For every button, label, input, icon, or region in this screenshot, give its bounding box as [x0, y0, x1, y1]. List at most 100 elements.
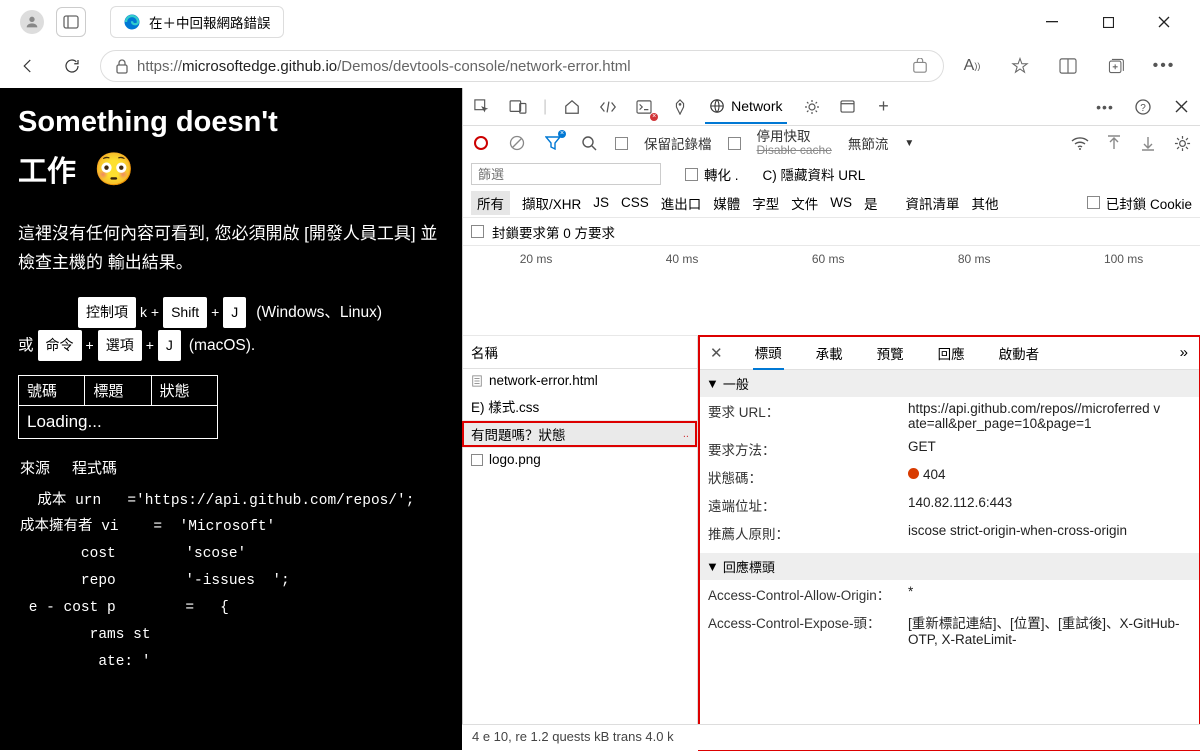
wifi-icon[interactable]	[1070, 133, 1090, 153]
tab-headers[interactable]: 標頭	[753, 336, 784, 370]
settings-gear-icon[interactable]	[1172, 133, 1192, 153]
devtools-more-icon[interactable]: •••	[1094, 96, 1116, 118]
elements-tab-icon[interactable]	[597, 96, 619, 118]
network-toolbar: × 保留記錄檔 停用快取Disable cache 無節流 ▼	[463, 126, 1200, 160]
window-minimize[interactable]	[1044, 14, 1060, 30]
clear-button[interactable]	[507, 133, 527, 153]
window-maximize[interactable]	[1100, 14, 1116, 30]
filter-type-img[interactable]: 進出口	[661, 193, 702, 213]
code-snippet: 成本 urn ='https://api.github.com/repos/';…	[18, 482, 444, 682]
kv-request-url: 要求 URL：https://api.github.com/repos//mic…	[698, 397, 1200, 435]
collections-icon[interactable]	[1100, 50, 1132, 82]
record-button[interactable]	[471, 133, 491, 153]
devtools-close-icon[interactable]	[1170, 96, 1192, 118]
svg-text:?: ?	[1140, 103, 1146, 114]
filter-type-font[interactable]: 字型	[752, 193, 779, 213]
profile-avatar[interactable]	[20, 10, 44, 34]
network-tab[interactable]: Network	[705, 90, 786, 124]
window-close[interactable]	[1156, 14, 1172, 30]
filter-toggle-icon[interactable]: ×	[543, 133, 563, 153]
inspect-icon[interactable]	[471, 96, 493, 118]
network-status-bar: 4 e 10, re 1.2 quests kB trans 4.0 k	[462, 724, 1200, 750]
request-row[interactable]: E) 樣式.css	[463, 392, 697, 420]
filter-row: 轉化 . C) 隱藏資料 URL	[463, 160, 1200, 188]
more-icon[interactable]: •••	[1148, 50, 1180, 82]
code-panel-header: 來源程式碼	[18, 453, 444, 482]
preserve-log-label: 保留記錄檔	[644, 133, 712, 153]
device-icon[interactable]	[507, 96, 529, 118]
loading-text: Loading...	[18, 406, 218, 439]
page-content: Something doesn't 工作 😳 這裡沒有任何內容可看到, 您必須開…	[0, 88, 462, 750]
download-icon[interactable]	[1138, 133, 1158, 153]
request-row[interactable]: logo.png	[463, 448, 697, 471]
performance-tab-icon[interactable]	[801, 96, 823, 118]
tab-response[interactable]: 回應	[936, 337, 967, 369]
request-row[interactable]: network-error.html	[463, 369, 697, 392]
general-section-header[interactable]: ▼一般	[698, 370, 1200, 397]
filter-type-css[interactable]: CSS	[621, 195, 649, 210]
request-details: ✕ 標頭 承載 預覽 回應 啟動者 » ▼一般 要求 URL：https://a…	[698, 336, 1200, 750]
filter-type-js[interactable]: JS	[593, 195, 609, 210]
filter-type-wasm[interactable]: 是	[864, 193, 878, 213]
console-tab-icon[interactable]: ×	[633, 96, 655, 118]
url-text: https://microsoftedge.github.io/Demos/de…	[137, 58, 631, 75]
document-icon	[471, 375, 483, 387]
read-aloud-icon[interactable]: A))	[956, 50, 988, 82]
shopping-icon[interactable]	[911, 58, 929, 74]
devtools-panel: | × Network + ••• ? × 保留記錄檔	[462, 88, 1200, 750]
chevron-down-icon[interactable]: ▼	[904, 138, 914, 149]
back-button[interactable]	[12, 50, 44, 82]
search-icon[interactable]	[579, 133, 599, 153]
filter-type-manifest[interactable]: 資訊清單	[906, 193, 960, 213]
kv-request-method: 要求方法：GET	[698, 435, 1200, 463]
network-timeline[interactable]: 20 ms 40 ms 60 ms 80 ms 100 ms	[463, 246, 1200, 336]
filter-type-media[interactable]: 媒體	[713, 193, 740, 213]
devtools-help-icon[interactable]: ?	[1132, 96, 1154, 118]
disable-cache-label: 停用快取Disable cache	[757, 130, 832, 156]
page-heading-line1: Something doesn't	[18, 104, 444, 142]
titlebar: 在＋中回報網路錯誤	[0, 0, 1200, 44]
block-requests-row: 封鎖要求第 0 方要求	[463, 218, 1200, 246]
filter-type-all[interactable]: 所有	[471, 191, 510, 215]
upload-icon[interactable]	[1104, 133, 1124, 153]
welcome-tab-icon[interactable]	[561, 96, 583, 118]
tab-payload[interactable]: 承載	[814, 337, 845, 369]
page-description: 這裡沒有任何內容可看到, 您必須開啟 [開發人員工具] 並檢查主機的 輸出結果。	[18, 220, 444, 278]
hide-data-urls-label: C) 隱藏資料 URL	[763, 164, 866, 184]
filter-input[interactable]	[471, 163, 661, 185]
add-tab-icon[interactable]: +	[873, 96, 895, 118]
shortcut-row-windows: 控制項k + Shift+ J (Windows、Linux)	[18, 297, 444, 328]
request-list-header: 名稱	[463, 336, 697, 369]
filter-type-doc[interactable]: 文件	[791, 193, 818, 213]
filter-type-xhr[interactable]: 擷取/XHR	[522, 193, 581, 213]
devtools-main-toolbar: | × Network + ••• ?	[463, 88, 1200, 126]
tab-initiator[interactable]: 啟動者	[997, 337, 1042, 369]
invert-checkbox[interactable]	[685, 168, 698, 181]
details-more-icon[interactable]: »	[1180, 344, 1188, 361]
application-tab-icon[interactable]	[837, 96, 859, 118]
sources-tab-icon[interactable]	[669, 96, 691, 118]
blocked-cookies-checkbox[interactable]	[1087, 196, 1100, 209]
refresh-button[interactable]	[56, 50, 88, 82]
block-3rd-party-checkbox[interactable]	[471, 225, 484, 238]
tab-preview[interactable]: 預覽	[875, 337, 906, 369]
tab-actions-button[interactable]	[56, 7, 86, 37]
url-input[interactable]: https://microsoftedge.github.io/Demos/de…	[100, 50, 944, 82]
disable-cache-checkbox[interactable]	[728, 137, 741, 150]
favorite-icon[interactable]	[1004, 50, 1036, 82]
details-tabs: ✕ 標頭 承載 預覽 回應 啟動者 »	[698, 336, 1200, 370]
split-screen-icon[interactable]	[1052, 50, 1084, 82]
details-close-icon[interactable]: ✕	[710, 344, 723, 362]
filter-type-ws[interactable]: WS	[830, 195, 852, 210]
request-row-selected[interactable]: 有問題嗎？狀態 ..	[463, 420, 697, 448]
tab-title: 在＋中回報網路錯誤	[149, 12, 271, 32]
kv-remote-address: 遠端位址：140.82.112.6:443	[698, 491, 1200, 519]
shortcut-row-mac: 或 命令+ 選項+ J (macOS).	[18, 330, 444, 361]
response-headers-section[interactable]: ▼回應標頭	[698, 553, 1200, 580]
kv-ac-expose-headers: Access-Control-Expose-頭：[重新標記連結]、[位置]、[重…	[698, 608, 1200, 651]
filter-type-other[interactable]: 其他	[972, 193, 999, 213]
browser-tab[interactable]: 在＋中回報網路錯誤	[110, 6, 284, 38]
resource-type-filters: 所有 擷取/XHR JS CSS 進出口 媒體 字型 文件 WS 是 資訊清單 …	[463, 188, 1200, 218]
throttle-select[interactable]: 無節流	[848, 133, 889, 153]
preserve-log-checkbox[interactable]	[615, 137, 628, 150]
